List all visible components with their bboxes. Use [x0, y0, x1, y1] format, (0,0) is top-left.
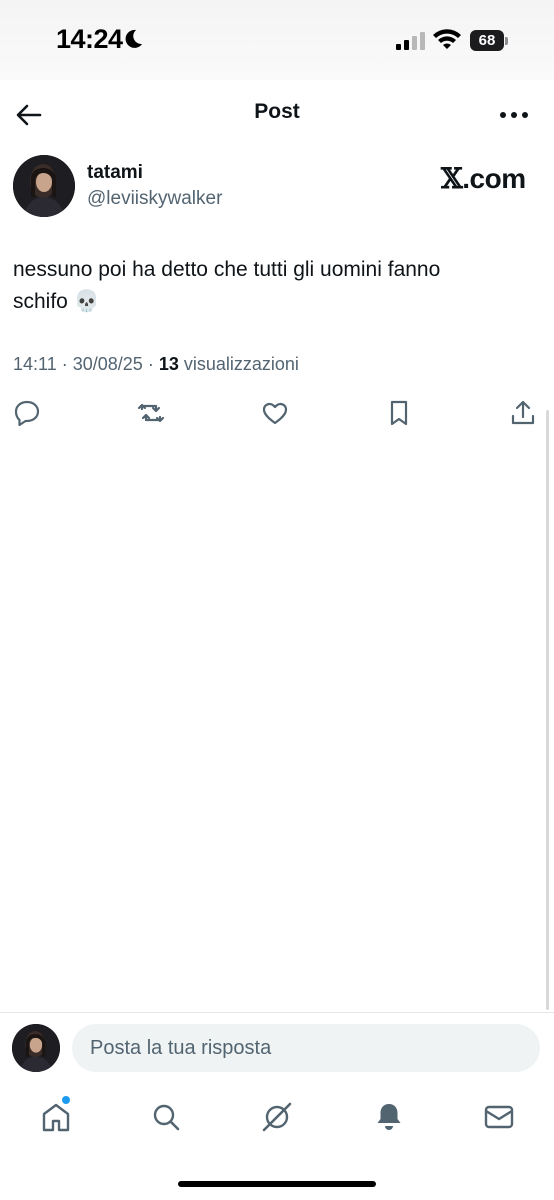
bell-icon[interactable] — [372, 1100, 406, 1134]
author-avatar[interactable] — [13, 155, 75, 217]
wifi-icon — [433, 29, 461, 49]
bottom-tab-bar — [0, 1090, 554, 1150]
battery-level: 68 — [470, 30, 504, 51]
home-indicator[interactable] — [178, 1181, 376, 1187]
home-icon[interactable] — [39, 1100, 73, 1134]
bookmark-icon[interactable] — [384, 398, 414, 428]
reply-avatar — [12, 1024, 60, 1072]
meta-separator: · — [61, 354, 73, 374]
grok-icon[interactable] — [260, 1100, 294, 1134]
post-header: Post — [0, 80, 554, 148]
post-meta: 14:11 · 30/08/25 · 13 visualizzazioni — [13, 354, 299, 375]
views-count: 13 — [158, 354, 179, 374]
x-logo-suffix: .com — [462, 163, 526, 194]
post-date: 30/08/25 — [72, 354, 143, 374]
author-handle[interactable]: @leviiskywalker — [87, 188, 222, 210]
search-icon[interactable] — [149, 1100, 183, 1134]
mail-icon[interactable] — [482, 1100, 516, 1134]
views-label: visualizzazioni — [183, 354, 299, 374]
x-com-logo: 𝕏.com — [441, 162, 526, 195]
post-text-line-2: schifo 💀 — [13, 290, 100, 313]
share-icon[interactable] — [508, 398, 538, 428]
author-name[interactable]: tatami — [87, 162, 143, 184]
comment-icon[interactable] — [12, 398, 42, 428]
battery-tip — [505, 37, 508, 45]
scrollbar[interactable] — [546, 410, 549, 1010]
status-time: 14:24 — [56, 24, 123, 54]
post-text: nessuno poi ha detto che tutti gli uomin… — [13, 254, 533, 318]
divider — [0, 1012, 554, 1013]
x-logo-letter: 𝕏 — [441, 162, 463, 195]
home-notification-dot — [62, 1096, 70, 1104]
heart-icon[interactable] — [260, 398, 290, 428]
page-title: Post — [254, 100, 300, 123]
post-text-line-1: nessuno poi ha detto che tutti gli uomin… — [13, 258, 441, 281]
more-horizontal-icon[interactable] — [498, 100, 530, 130]
status-bar: 14:24 68 — [0, 0, 554, 80]
signal-icon — [396, 32, 425, 50]
moon-icon — [125, 29, 142, 48]
post-actions — [0, 398, 554, 430]
reply-input[interactable]: Posta la tua risposta — [72, 1024, 540, 1072]
post-time: 14:11 — [13, 354, 57, 374]
meta-separator: · — [147, 354, 159, 374]
repost-icon[interactable] — [136, 398, 166, 428]
